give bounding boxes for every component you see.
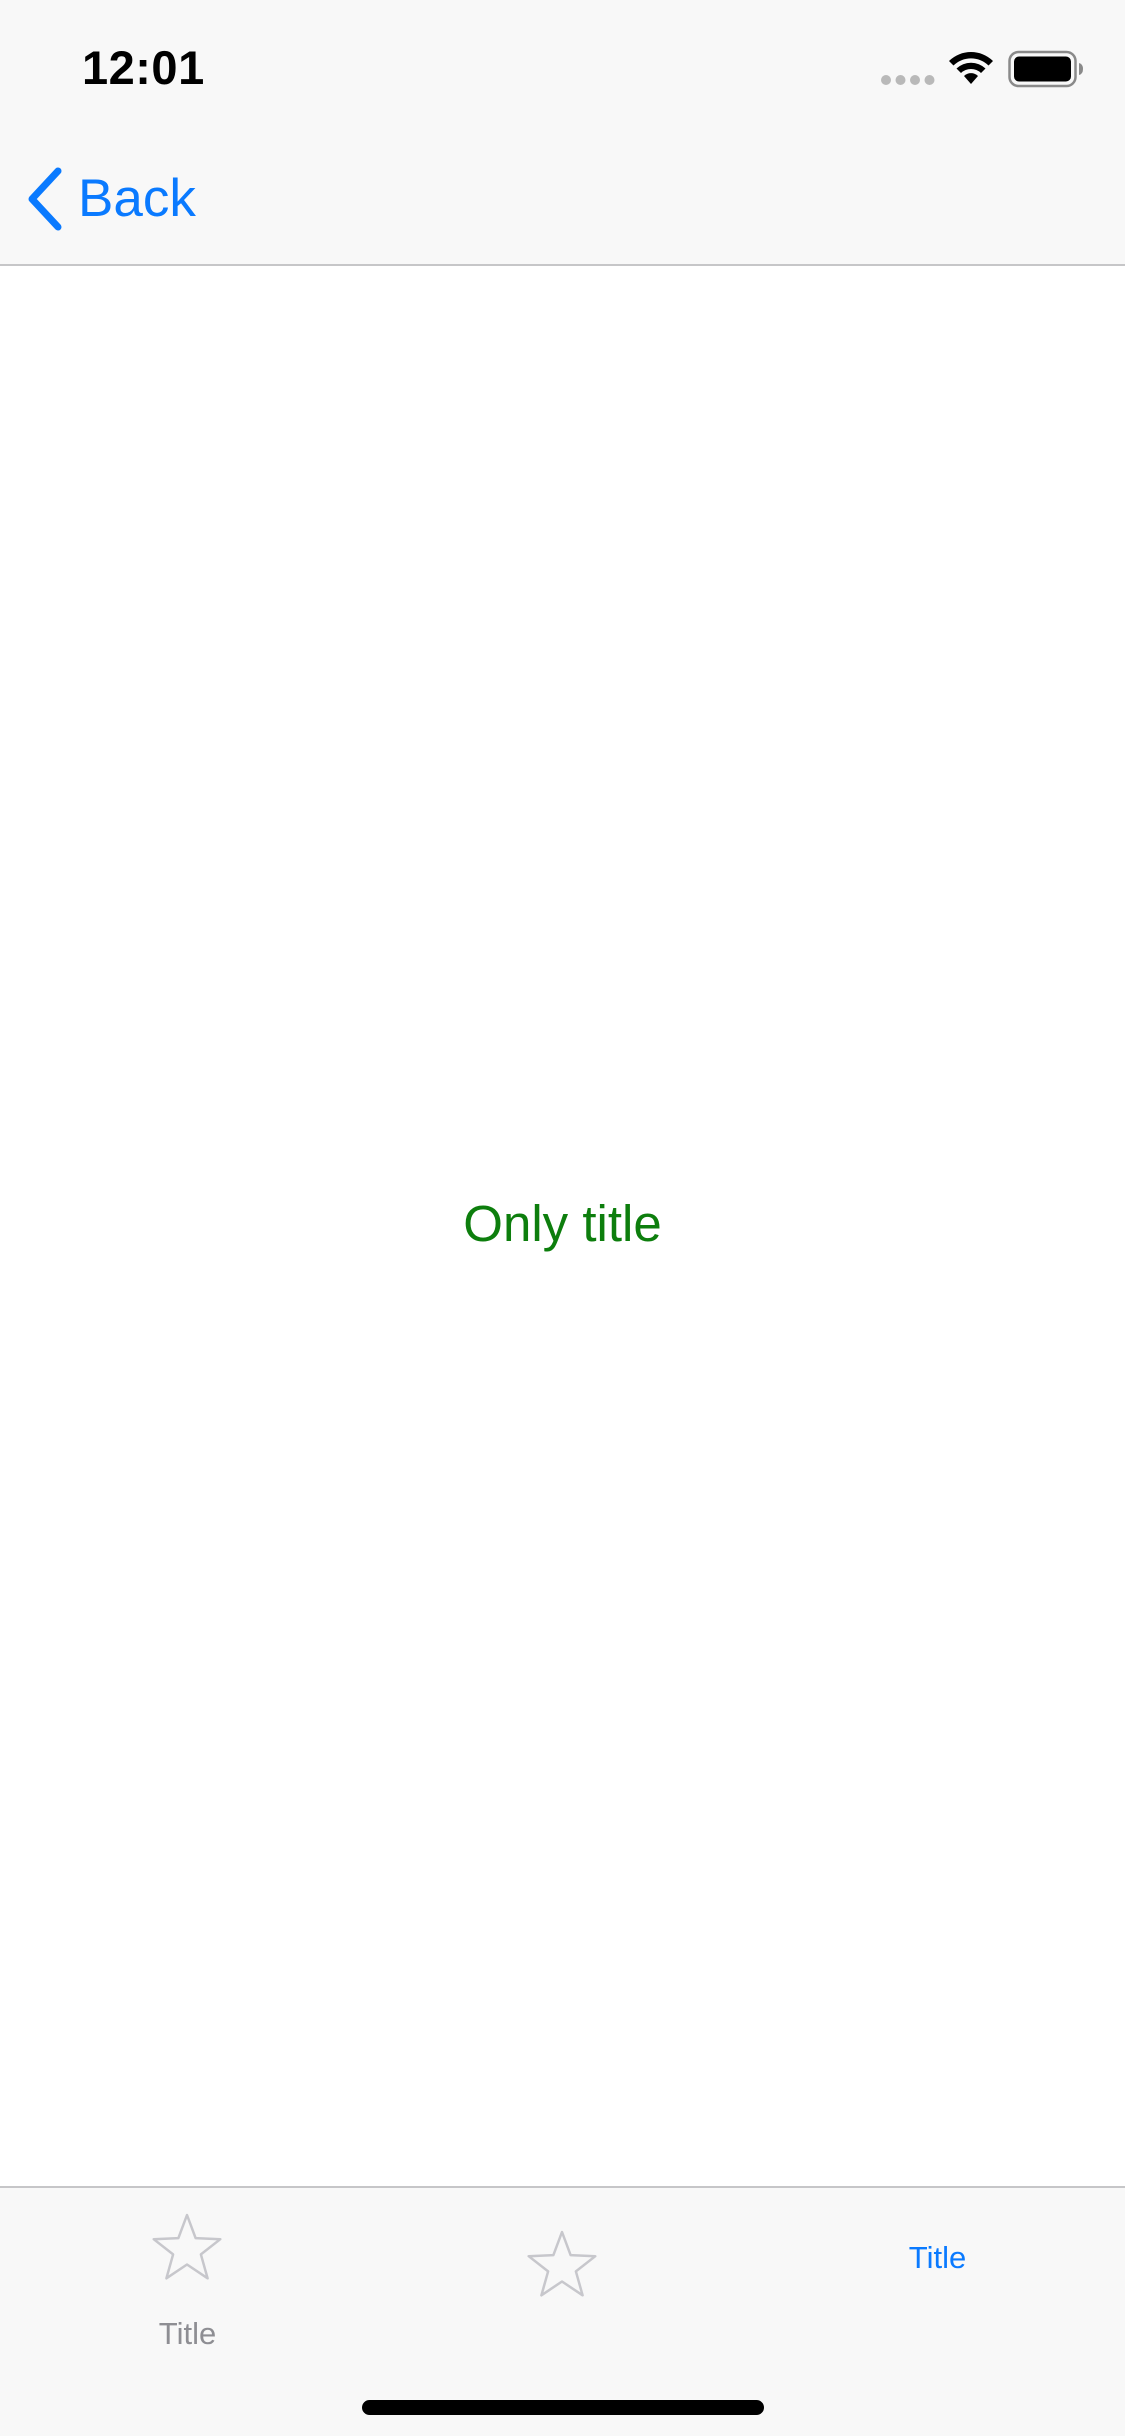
navigation-bar: Back — [0, 132, 1125, 266]
main-content: Only title — [0, 266, 1125, 2186]
tab-item-star[interactable] — [375, 2188, 750, 2354]
chevron-left-icon — [28, 167, 62, 231]
app-screen: 12:01 Back Only title Title Title — [0, 0, 1125, 2436]
content-title: Only title — [463, 1195, 662, 1252]
home-indicator — [362, 2400, 764, 2415]
status-bar: 12:01 — [0, 0, 1125, 132]
tab-item-title[interactable]: Title — [0, 2188, 375, 2354]
tab-item-label: Title — [908, 2240, 967, 2275]
battery-icon — [1008, 50, 1083, 88]
signal-dots-icon — [881, 75, 935, 85]
wifi-icon — [949, 52, 993, 84]
tab-bar: Title Title — [0, 2186, 1125, 2436]
star-outline-icon — [527, 2230, 597, 2297]
back-button-label: Back — [78, 169, 196, 228]
tab-item-label: Title — [158, 2316, 217, 2351]
back-button[interactable]: Back — [24, 166, 196, 232]
tab-item-title-selected[interactable]: Title — [750, 2188, 1125, 2354]
star-outline-icon — [152, 2213, 222, 2280]
status-time: 12:01 — [82, 41, 205, 94]
